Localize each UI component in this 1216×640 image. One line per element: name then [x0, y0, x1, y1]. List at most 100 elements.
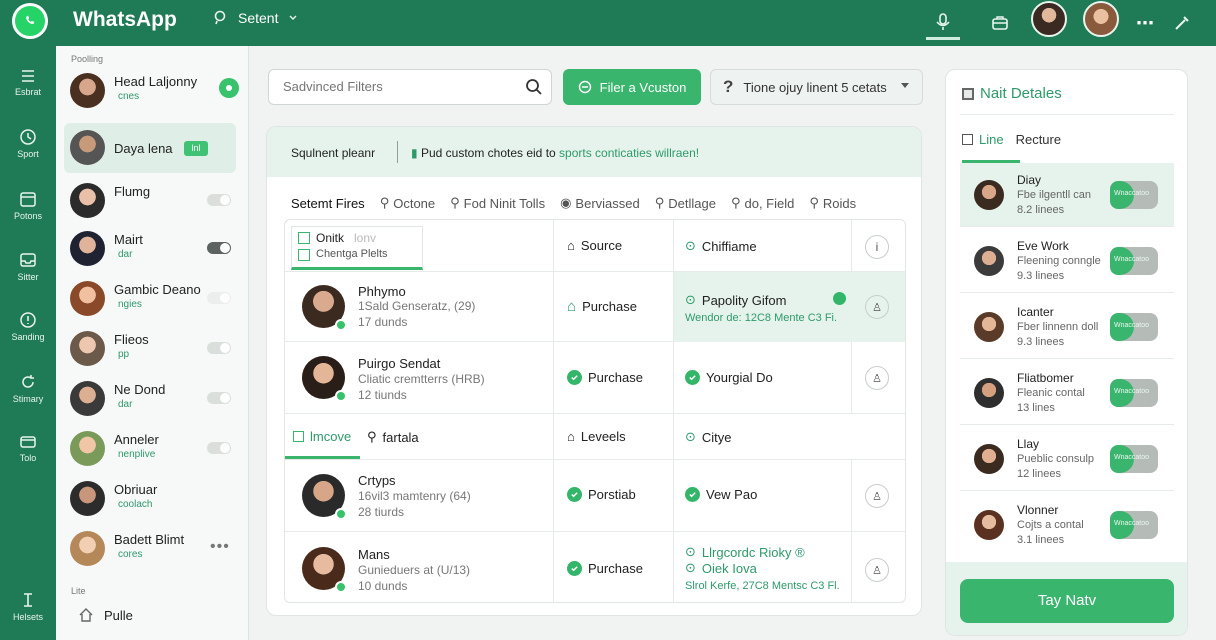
- pen-icon[interactable]: [1165, 6, 1199, 40]
- filter-dropdown[interactable]: ? Tione ojuy linent 5 cetats: [710, 69, 923, 105]
- detail-cell: ⊙ Papolity Gifom: [685, 292, 787, 308]
- table-row[interactable]: Mans Gunieduers at (U/13) 10 dunds Purch…: [285, 532, 905, 602]
- chat-item[interactable]: Ne Dond dar: [64, 374, 236, 424]
- status-cell: Purchase: [567, 561, 643, 576]
- toggle-button[interactable]: Wnaccatoo: [1110, 247, 1158, 275]
- toggle-button[interactable]: Wnaccatoo: [1110, 445, 1158, 473]
- mute-toggle[interactable]: [207, 392, 231, 404]
- list-item[interactable]: Fliatbomer Fleanic contal 13 lines Wnacc…: [960, 361, 1174, 425]
- search-icon[interactable]: [525, 78, 543, 96]
- checkbox-icon: [293, 431, 304, 442]
- chat-name: Anneler: [114, 432, 159, 447]
- filter-search-field[interactable]: [268, 69, 552, 105]
- table-row[interactable]: Puirgo Sendat Cliatic cremtterrs (HRB) 1…: [285, 342, 905, 414]
- row-count: 17 dunds: [358, 315, 408, 329]
- info-icon[interactable]: i: [865, 235, 889, 259]
- list-item[interactable]: Diay Fbe ilgentll can 8.2 linees Wnaccat…: [960, 163, 1174, 227]
- tab-berviassed[interactable]: ◉ Berviassed: [560, 195, 640, 211]
- action-button[interactable]: ♙: [865, 295, 889, 319]
- list-item[interactable]: Eve Work Fleening conngle 9.3 linees Wna…: [960, 229, 1174, 293]
- list-icon: [22, 70, 34, 82]
- mute-toggle[interactable]: [207, 342, 231, 354]
- chat-item[interactable]: Daya lena lnl: [64, 123, 236, 173]
- action-button[interactable]: ♙: [865, 366, 889, 390]
- chat-item[interactable]: Head Laljonny cnes: [64, 66, 239, 116]
- chat-name: Badett Blimt: [114, 532, 185, 547]
- tab-field[interactable]: ⚲ do, Field: [731, 195, 794, 211]
- chat-item[interactable]: Badett Blimt cores •••: [64, 524, 236, 574]
- avatar: [70, 130, 105, 165]
- rail-item-stimary[interactable]: Stimary: [0, 373, 56, 404]
- top-search-trigger[interactable]: Setent: [212, 10, 298, 26]
- rail-item-sitter[interactable]: Sitter: [0, 251, 56, 282]
- action-button[interactable]: ♙: [865, 484, 889, 508]
- chat-item[interactable]: Flieos pp: [64, 324, 236, 374]
- online-status-icon: [335, 319, 347, 331]
- chat-name: Mairt: [114, 232, 143, 247]
- chat-name: Obriuar: [114, 482, 158, 497]
- rail-item-sport[interactable]: Sport: [0, 128, 56, 159]
- person-icon: ⚲: [450, 195, 460, 210]
- column-header-chiffiame[interactable]: ⊙ Chiffiame: [685, 238, 757, 254]
- sidebar-item-pulle[interactable]: Pulle: [78, 607, 133, 623]
- tab-setemt-fires[interactable]: Setemt Fires: [291, 195, 365, 211]
- chat-item[interactable]: Obriuar coolach: [64, 474, 236, 524]
- action-button[interactable]: ♙: [865, 558, 889, 582]
- primary-action-button[interactable]: Tay Natv: [960, 579, 1174, 623]
- rail-item-esbrat[interactable]: Esbrat: [0, 68, 56, 97]
- tab-line[interactable]: Line: [962, 132, 1004, 147]
- chat-item[interactable]: Flumg: [64, 176, 236, 226]
- chat-item[interactable]: Anneler nenplive: [64, 424, 236, 474]
- chat-name: Flumg: [114, 184, 151, 199]
- chat-subtitle: dar: [118, 249, 133, 260]
- header-filter-box[interactable]: Onitk lonv Chentga Plelts: [291, 226, 423, 270]
- details-panel: Nait Detales Line Recture Diay Fbe ilgen…: [945, 69, 1188, 636]
- toggle-button[interactable]: Wnaccatoo: [1110, 511, 1158, 539]
- left-rail: Esbrat Sport Potons Sitter Sanding Stima…: [0, 46, 56, 640]
- tab-fod-ninit-tolls[interactable]: ⚲ Fod Ninit Tolls: [450, 195, 545, 211]
- list-item[interactable]: Vlonner Cojts a contal 3.1 linees Wnacca…: [960, 493, 1174, 557]
- avatar: [70, 183, 105, 218]
- more-options-icon[interactable]: ⋯: [1128, 6, 1162, 40]
- microphone-icon[interactable]: [926, 6, 960, 40]
- briefcase-icon[interactable]: [983, 6, 1017, 40]
- chat-item[interactable]: Gambic Deano ngies: [64, 274, 236, 324]
- chat-list: Poolling Head Laljonny cnes Daya lena ln…: [56, 46, 249, 640]
- toggle-button[interactable]: Wnaccatoo: [1110, 313, 1158, 341]
- clock-icon: ⊙: [685, 429, 696, 444]
- toggle-button[interactable]: Wnaccatoo: [1110, 379, 1158, 407]
- mute-toggle[interactable]: [207, 194, 231, 206]
- tab-detllage[interactable]: ⚲ Detllage: [655, 195, 716, 211]
- mute-toggle[interactable]: [207, 442, 231, 454]
- tab-recture[interactable]: Recture: [1016, 132, 1062, 147]
- table-row[interactable]: Phhymo 1Sald Genseratz, (29) 17 dunds ⌂ P…: [285, 272, 905, 342]
- mute-toggle[interactable]: [207, 242, 231, 254]
- toggle-button[interactable]: Wnaccatoo: [1110, 181, 1158, 209]
- tab-octone[interactable]: ⚲ Octone: [380, 195, 435, 211]
- search-input[interactable]: [283, 79, 518, 94]
- rail-item-sanding[interactable]: Sanding: [0, 311, 56, 342]
- column-header-source[interactable]: ⌂ Source: [567, 238, 622, 253]
- rail-item-potons[interactable]: Potons: [0, 190, 56, 221]
- top-search-label: Setent: [238, 10, 279, 26]
- rail-item-helsets[interactable]: Helsets: [0, 591, 56, 622]
- list-item[interactable]: Icanter Fber linnenn doll 9.3 linees Wna…: [960, 295, 1174, 359]
- search-icon: [214, 10, 226, 25]
- avatar[interactable]: [1083, 1, 1119, 37]
- status-cell: Purchase: [567, 370, 643, 385]
- mute-toggle[interactable]: [207, 292, 231, 304]
- settings-icon: [24, 593, 32, 607]
- person-icon: ⚲: [367, 429, 377, 444]
- group-row[interactable]: lmcove ⚲ fartala ⌂ Leveels ⊙ Citye: [285, 414, 905, 460]
- rail-item-tolo[interactable]: Tolo: [0, 434, 56, 463]
- table-row[interactable]: Crtyps 16vil3 mamtenry (64) 28 tiurds Po…: [285, 460, 905, 532]
- avatar: [974, 246, 1004, 276]
- avatar: [70, 431, 105, 466]
- list-item[interactable]: Llay Pueblic consulp 12 linees Wnaccatoo: [960, 427, 1174, 491]
- create-filter-button[interactable]: Filer a Vcuston: [563, 69, 701, 105]
- tab-roids[interactable]: ⚲ Roids: [809, 195, 856, 211]
- chat-item[interactable]: Mairt dar: [64, 224, 236, 274]
- group-label[interactable]: lmcove: [293, 429, 351, 444]
- more-options-icon[interactable]: •••: [210, 538, 230, 556]
- avatar[interactable]: [1031, 1, 1067, 37]
